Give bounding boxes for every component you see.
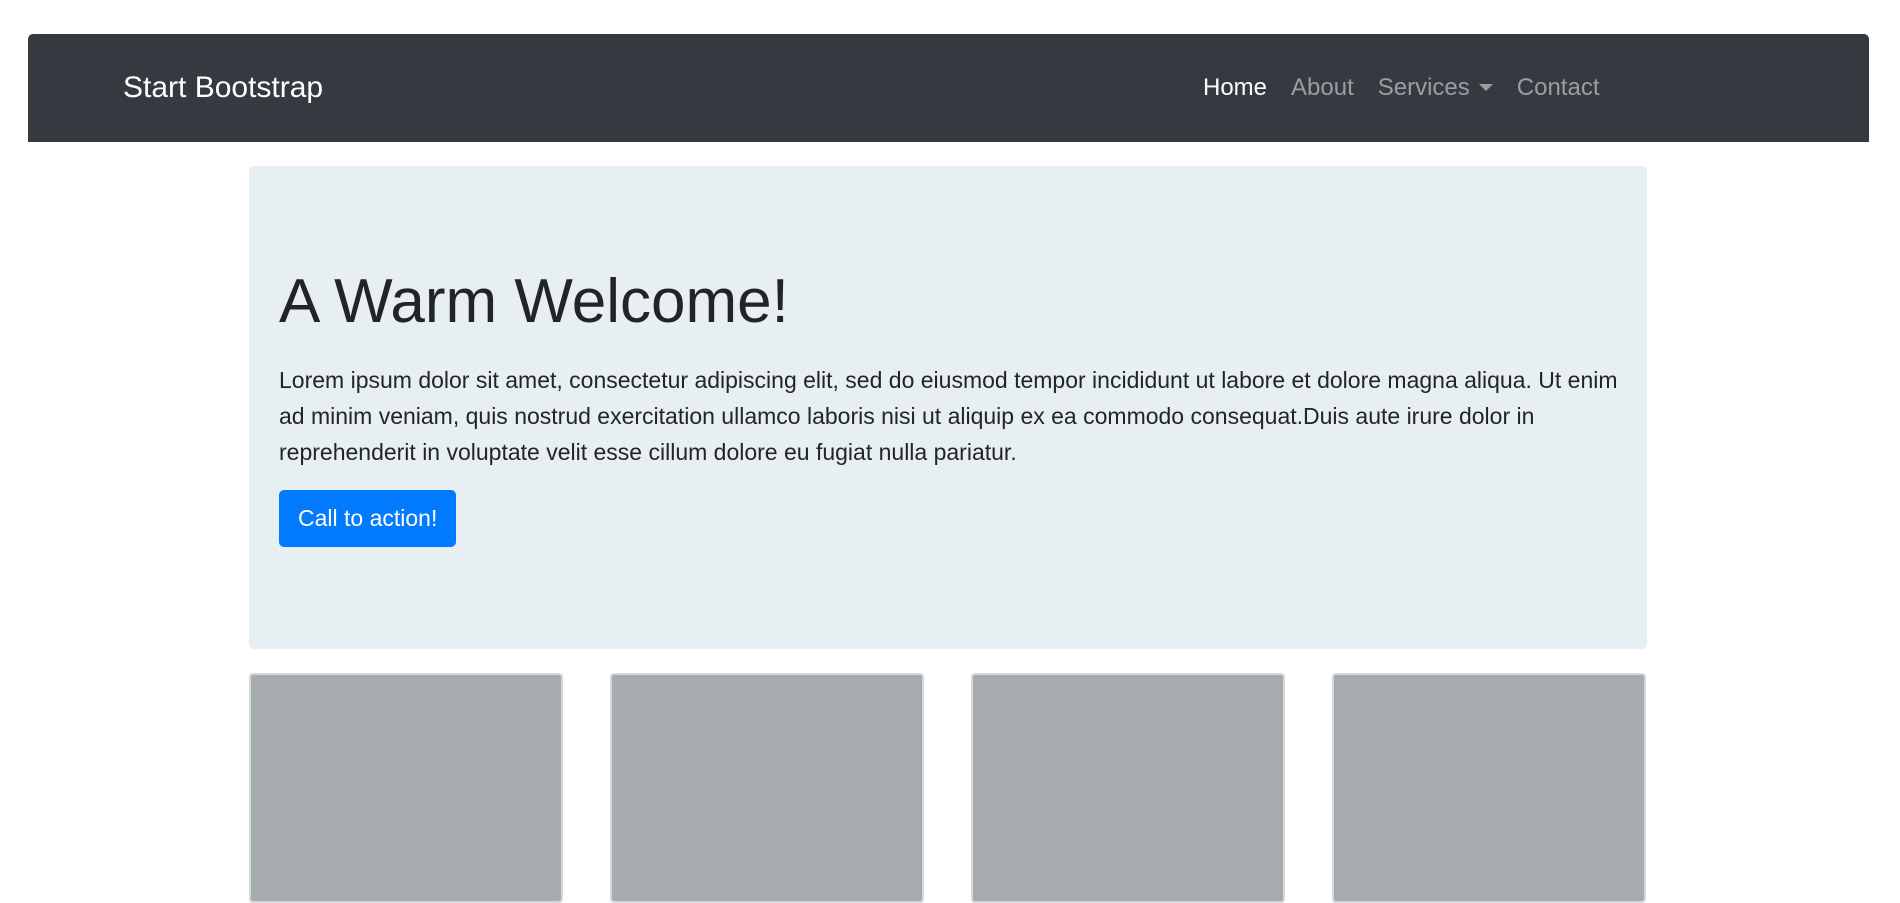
nav-menu: Home About Services Contact <box>1203 34 1624 142</box>
nav-item-contact[interactable]: Contact <box>1517 74 1600 102</box>
call-to-action-button[interactable]: Call to action! <box>279 490 457 547</box>
card-image-placeholder <box>249 673 563 903</box>
nav-item-about[interactable]: About <box>1291 74 1354 102</box>
navbar: Start Bootstrap Home About Services Cont… <box>28 34 1869 142</box>
card-image-placeholder <box>1332 673 1646 903</box>
nav-item-services-dropdown[interactable]: Services <box>1378 74 1493 102</box>
brand-link[interactable]: Start Bootstrap <box>123 34 323 142</box>
hero-title: A Warm Welcome! <box>279 267 789 336</box>
nav-item-contact-label: Contact <box>1516 74 1600 101</box>
nav-item-home-label: Home <box>1203 74 1268 101</box>
nav-item-about-label: About <box>1291 74 1354 101</box>
nav-item-home[interactable]: Home <box>1203 74 1267 102</box>
card-image-placeholder <box>971 673 1285 903</box>
nav-item-services-label: Services <box>1377 74 1470 101</box>
hero-jumbotron: A Warm Welcome! Lorem ipsum dolor sit am… <box>249 166 1647 649</box>
chevron-down-icon <box>1478 84 1493 91</box>
hero-text: Lorem ipsum dolor sit amet, consectetur … <box>279 367 1618 465</box>
card-image-placeholder <box>610 673 924 903</box>
